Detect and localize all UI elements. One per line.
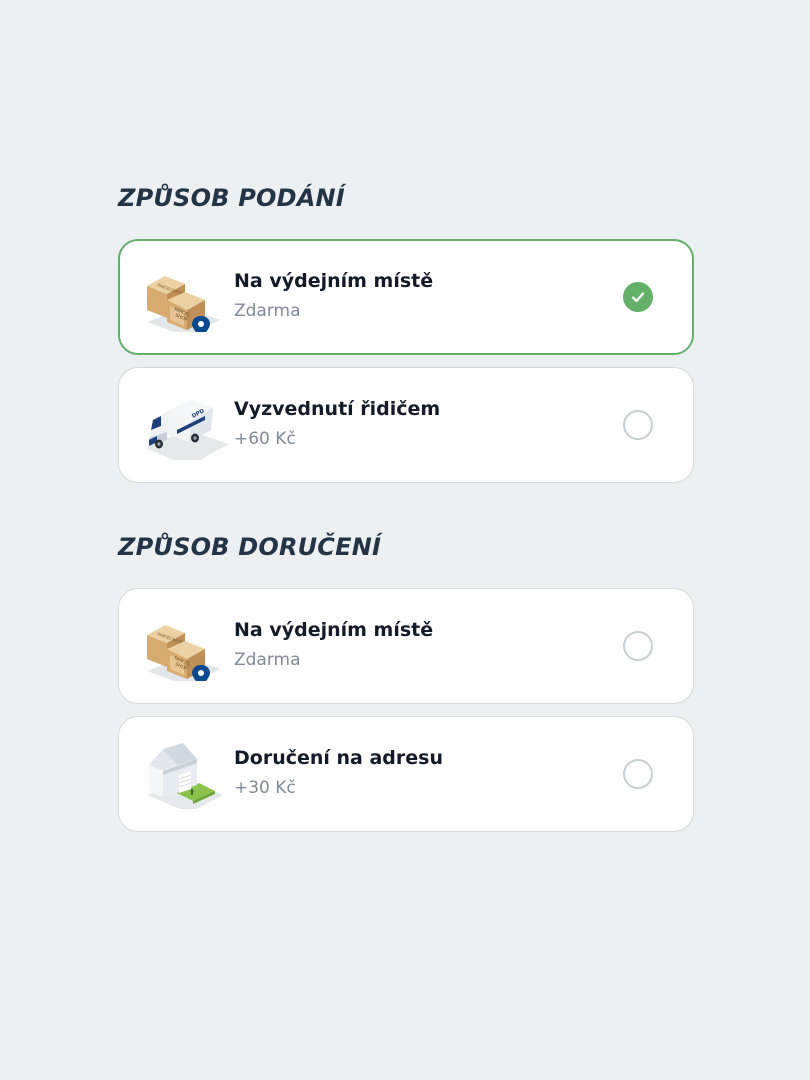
radio-unchecked[interactable]	[623, 410, 653, 440]
option-price: +30 Kč	[234, 778, 296, 798]
option-label: Na výdejním místě	[234, 270, 434, 292]
option-submission-driver-pickup[interactable]: DPD Vyzvednutí řidičem +60 Kč	[118, 367, 694, 483]
radio-unchecked[interactable]	[623, 631, 653, 661]
option-price: Zdarma	[234, 301, 301, 321]
option-label: Vyzvednutí řidičem	[234, 398, 441, 420]
option-submission-pickup-point[interactable]: PARCELSHOP PARCEL SHOP Na výdejním místě…	[118, 239, 694, 355]
option-delivery-home-address[interactable]: Doručení na adresu +30 Kč	[118, 716, 694, 832]
option-price: +60 Kč	[234, 429, 296, 449]
section-title-submission: ZPŮSOB PODÁNÍ	[118, 184, 345, 212]
checkmark-icon	[631, 292, 645, 303]
delivery-van-icon: DPD	[143, 390, 229, 460]
section-title-delivery: ZPŮSOB DORUČENÍ	[118, 533, 382, 561]
parcelshop-boxes-pin-icon: PARCELSHOP PARCEL SHOP	[143, 262, 229, 332]
radio-unchecked[interactable]	[623, 759, 653, 789]
house-icon	[143, 739, 229, 809]
option-price: Zdarma	[234, 650, 301, 670]
radio-checked[interactable]	[623, 282, 653, 312]
option-label: Na výdejním místě	[234, 619, 434, 641]
option-label: Doručení na adresu	[234, 747, 443, 769]
option-delivery-pickup-point[interactable]: PARCELSHOP PARCEL SHOP Na výdejním místě…	[118, 588, 694, 704]
parcelshop-boxes-pin-icon: PARCELSHOP PARCEL SHOP	[143, 611, 229, 681]
